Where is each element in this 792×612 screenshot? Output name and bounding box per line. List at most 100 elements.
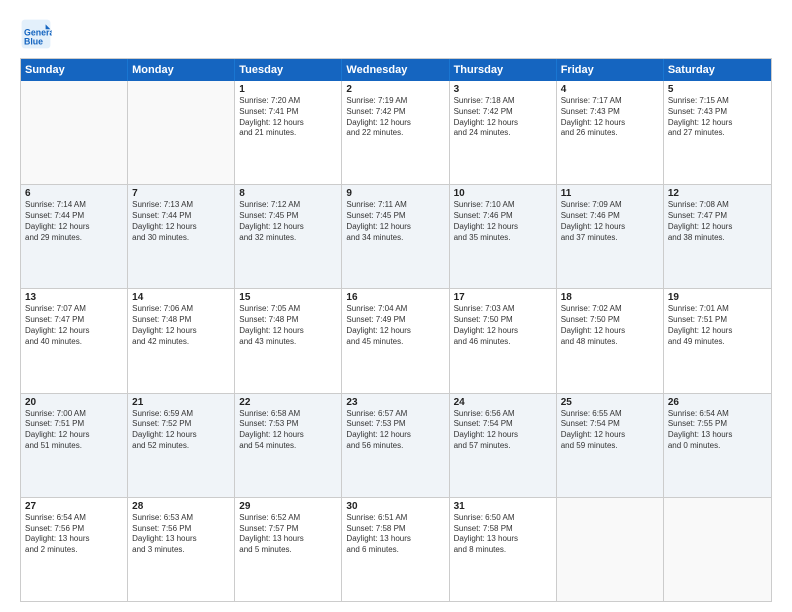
day-number: 20 bbox=[25, 397, 123, 408]
calendar-cell: 14Sunrise: 7:06 AM Sunset: 7:48 PM Dayli… bbox=[128, 289, 235, 392]
calendar-cell: 27Sunrise: 6:54 AM Sunset: 7:56 PM Dayli… bbox=[21, 498, 128, 601]
weekday-header: Friday bbox=[557, 59, 664, 81]
calendar-cell: 19Sunrise: 7:01 AM Sunset: 7:51 PM Dayli… bbox=[664, 289, 771, 392]
day-number: 2 bbox=[346, 84, 444, 95]
calendar-row: 1Sunrise: 7:20 AM Sunset: 7:41 PM Daylig… bbox=[21, 81, 771, 185]
day-info: Sunrise: 7:20 AM Sunset: 7:41 PM Dayligh… bbox=[239, 96, 337, 139]
day-number: 11 bbox=[561, 188, 659, 199]
day-number: 23 bbox=[346, 397, 444, 408]
day-info: Sunrise: 7:03 AM Sunset: 7:50 PM Dayligh… bbox=[454, 304, 552, 347]
day-number: 17 bbox=[454, 292, 552, 303]
day-number: 15 bbox=[239, 292, 337, 303]
day-info: Sunrise: 7:02 AM Sunset: 7:50 PM Dayligh… bbox=[561, 304, 659, 347]
day-number: 28 bbox=[132, 501, 230, 512]
day-info: Sunrise: 7:14 AM Sunset: 7:44 PM Dayligh… bbox=[25, 200, 123, 243]
day-number: 31 bbox=[454, 501, 552, 512]
day-info: Sunrise: 6:56 AM Sunset: 7:54 PM Dayligh… bbox=[454, 409, 552, 452]
calendar-cell bbox=[664, 498, 771, 601]
calendar-cell: 30Sunrise: 6:51 AM Sunset: 7:58 PM Dayli… bbox=[342, 498, 449, 601]
weekday-header: Saturday bbox=[664, 59, 771, 81]
calendar-cell: 29Sunrise: 6:52 AM Sunset: 7:57 PM Dayli… bbox=[235, 498, 342, 601]
day-number: 14 bbox=[132, 292, 230, 303]
logo-icon: General Blue bbox=[20, 18, 52, 50]
day-info: Sunrise: 6:51 AM Sunset: 7:58 PM Dayligh… bbox=[346, 513, 444, 556]
calendar-cell: 20Sunrise: 7:00 AM Sunset: 7:51 PM Dayli… bbox=[21, 394, 128, 497]
day-info: Sunrise: 7:10 AM Sunset: 7:46 PM Dayligh… bbox=[454, 200, 552, 243]
day-number: 24 bbox=[454, 397, 552, 408]
day-number: 9 bbox=[346, 188, 444, 199]
calendar-cell: 1Sunrise: 7:20 AM Sunset: 7:41 PM Daylig… bbox=[235, 81, 342, 184]
day-number: 3 bbox=[454, 84, 552, 95]
day-number: 25 bbox=[561, 397, 659, 408]
weekday-header: Monday bbox=[128, 59, 235, 81]
day-info: Sunrise: 6:55 AM Sunset: 7:54 PM Dayligh… bbox=[561, 409, 659, 452]
weekday-header: Sunday bbox=[21, 59, 128, 81]
calendar-cell: 2Sunrise: 7:19 AM Sunset: 7:42 PM Daylig… bbox=[342, 81, 449, 184]
day-number: 4 bbox=[561, 84, 659, 95]
day-number: 29 bbox=[239, 501, 337, 512]
calendar-cell: 12Sunrise: 7:08 AM Sunset: 7:47 PM Dayli… bbox=[664, 185, 771, 288]
calendar-cell: 21Sunrise: 6:59 AM Sunset: 7:52 PM Dayli… bbox=[128, 394, 235, 497]
day-info: Sunrise: 7:15 AM Sunset: 7:43 PM Dayligh… bbox=[668, 96, 767, 139]
day-info: Sunrise: 7:04 AM Sunset: 7:49 PM Dayligh… bbox=[346, 304, 444, 347]
day-info: Sunrise: 7:13 AM Sunset: 7:44 PM Dayligh… bbox=[132, 200, 230, 243]
day-info: Sunrise: 6:53 AM Sunset: 7:56 PM Dayligh… bbox=[132, 513, 230, 556]
calendar-cell: 13Sunrise: 7:07 AM Sunset: 7:47 PM Dayli… bbox=[21, 289, 128, 392]
calendar-cell: 16Sunrise: 7:04 AM Sunset: 7:49 PM Dayli… bbox=[342, 289, 449, 392]
calendar-body: 1Sunrise: 7:20 AM Sunset: 7:41 PM Daylig… bbox=[21, 81, 771, 601]
calendar-header: SundayMondayTuesdayWednesdayThursdayFrid… bbox=[21, 59, 771, 81]
day-number: 27 bbox=[25, 501, 123, 512]
weekday-header: Thursday bbox=[450, 59, 557, 81]
calendar-cell bbox=[21, 81, 128, 184]
calendar-cell bbox=[557, 498, 664, 601]
day-info: Sunrise: 7:00 AM Sunset: 7:51 PM Dayligh… bbox=[25, 409, 123, 452]
day-info: Sunrise: 6:50 AM Sunset: 7:58 PM Dayligh… bbox=[454, 513, 552, 556]
calendar-cell: 6Sunrise: 7:14 AM Sunset: 7:44 PM Daylig… bbox=[21, 185, 128, 288]
svg-text:Blue: Blue bbox=[24, 36, 43, 46]
day-number: 16 bbox=[346, 292, 444, 303]
calendar-cell: 31Sunrise: 6:50 AM Sunset: 7:58 PM Dayli… bbox=[450, 498, 557, 601]
day-info: Sunrise: 7:05 AM Sunset: 7:48 PM Dayligh… bbox=[239, 304, 337, 347]
day-info: Sunrise: 7:07 AM Sunset: 7:47 PM Dayligh… bbox=[25, 304, 123, 347]
calendar-cell: 4Sunrise: 7:17 AM Sunset: 7:43 PM Daylig… bbox=[557, 81, 664, 184]
calendar-cell: 17Sunrise: 7:03 AM Sunset: 7:50 PM Dayli… bbox=[450, 289, 557, 392]
calendar-cell: 3Sunrise: 7:18 AM Sunset: 7:42 PM Daylig… bbox=[450, 81, 557, 184]
header: General Blue bbox=[20, 18, 772, 50]
day-info: Sunrise: 6:52 AM Sunset: 7:57 PM Dayligh… bbox=[239, 513, 337, 556]
day-number: 21 bbox=[132, 397, 230, 408]
calendar-cell: 9Sunrise: 7:11 AM Sunset: 7:45 PM Daylig… bbox=[342, 185, 449, 288]
calendar-row: 13Sunrise: 7:07 AM Sunset: 7:47 PM Dayli… bbox=[21, 289, 771, 393]
day-number: 18 bbox=[561, 292, 659, 303]
calendar-cell: 10Sunrise: 7:10 AM Sunset: 7:46 PM Dayli… bbox=[450, 185, 557, 288]
day-number: 1 bbox=[239, 84, 337, 95]
day-info: Sunrise: 6:54 AM Sunset: 7:56 PM Dayligh… bbox=[25, 513, 123, 556]
calendar-cell: 5Sunrise: 7:15 AM Sunset: 7:43 PM Daylig… bbox=[664, 81, 771, 184]
day-number: 30 bbox=[346, 501, 444, 512]
day-number: 10 bbox=[454, 188, 552, 199]
day-number: 8 bbox=[239, 188, 337, 199]
calendar-cell: 8Sunrise: 7:12 AM Sunset: 7:45 PM Daylig… bbox=[235, 185, 342, 288]
calendar-cell: 23Sunrise: 6:57 AM Sunset: 7:53 PM Dayli… bbox=[342, 394, 449, 497]
day-info: Sunrise: 7:09 AM Sunset: 7:46 PM Dayligh… bbox=[561, 200, 659, 243]
calendar-cell: 22Sunrise: 6:58 AM Sunset: 7:53 PM Dayli… bbox=[235, 394, 342, 497]
day-info: Sunrise: 6:59 AM Sunset: 7:52 PM Dayligh… bbox=[132, 409, 230, 452]
weekday-header: Wednesday bbox=[342, 59, 449, 81]
day-info: Sunrise: 7:17 AM Sunset: 7:43 PM Dayligh… bbox=[561, 96, 659, 139]
calendar-cell bbox=[128, 81, 235, 184]
day-info: Sunrise: 7:12 AM Sunset: 7:45 PM Dayligh… bbox=[239, 200, 337, 243]
calendar-cell: 15Sunrise: 7:05 AM Sunset: 7:48 PM Dayli… bbox=[235, 289, 342, 392]
logo: General Blue bbox=[20, 18, 56, 50]
calendar-cell: 7Sunrise: 7:13 AM Sunset: 7:44 PM Daylig… bbox=[128, 185, 235, 288]
calendar: SundayMondayTuesdayWednesdayThursdayFrid… bbox=[20, 58, 772, 602]
calendar-cell: 28Sunrise: 6:53 AM Sunset: 7:56 PM Dayli… bbox=[128, 498, 235, 601]
day-number: 7 bbox=[132, 188, 230, 199]
day-info: Sunrise: 7:06 AM Sunset: 7:48 PM Dayligh… bbox=[132, 304, 230, 347]
day-info: Sunrise: 6:57 AM Sunset: 7:53 PM Dayligh… bbox=[346, 409, 444, 452]
day-number: 12 bbox=[668, 188, 767, 199]
day-info: Sunrise: 7:11 AM Sunset: 7:45 PM Dayligh… bbox=[346, 200, 444, 243]
calendar-cell: 26Sunrise: 6:54 AM Sunset: 7:55 PM Dayli… bbox=[664, 394, 771, 497]
calendar-cell: 24Sunrise: 6:56 AM Sunset: 7:54 PM Dayli… bbox=[450, 394, 557, 497]
calendar-row: 20Sunrise: 7:00 AM Sunset: 7:51 PM Dayli… bbox=[21, 394, 771, 498]
calendar-cell: 25Sunrise: 6:55 AM Sunset: 7:54 PM Dayli… bbox=[557, 394, 664, 497]
day-number: 13 bbox=[25, 292, 123, 303]
